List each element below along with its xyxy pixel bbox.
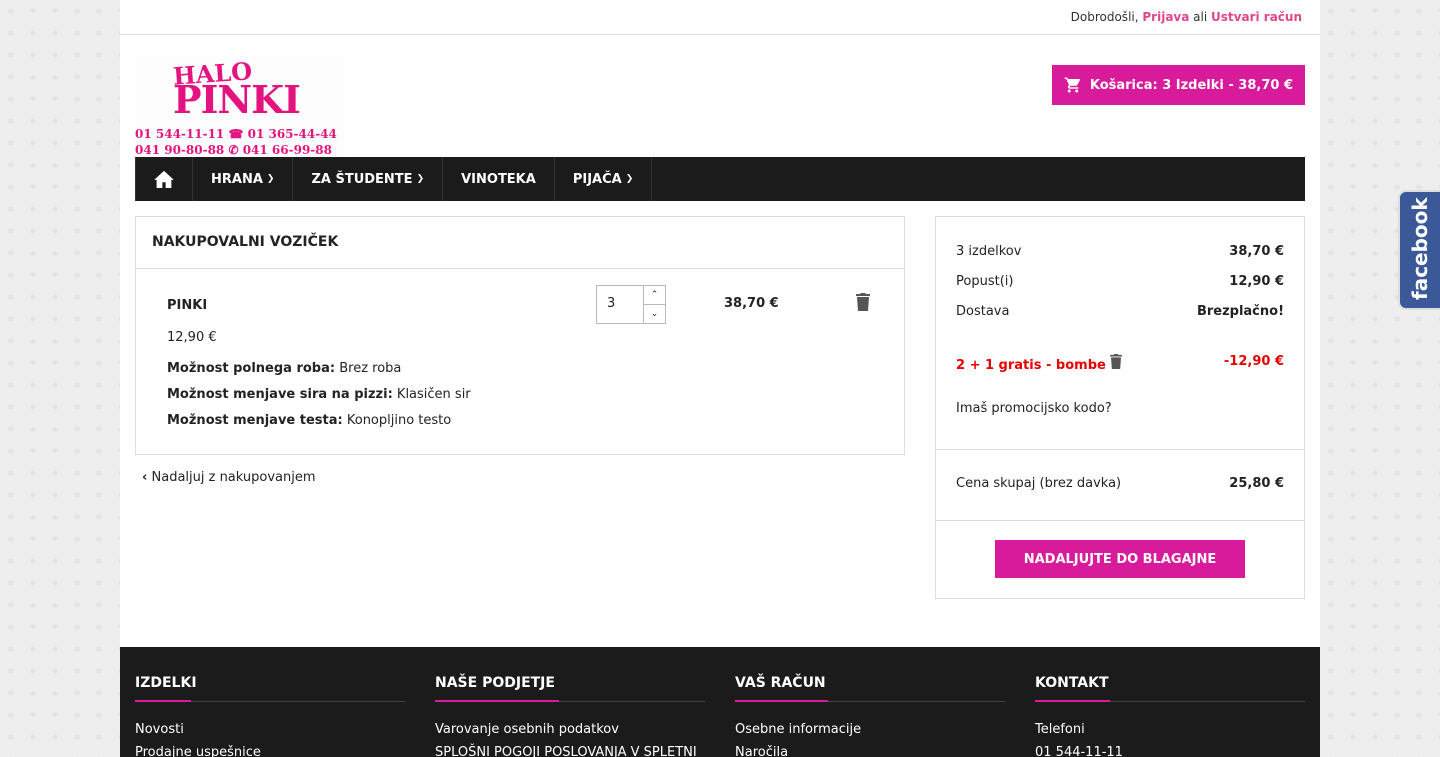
checkout-button[interactable]: NADALJUJTE DO BLAGAJNE	[995, 540, 1245, 578]
product-total: 38,70 €	[724, 296, 779, 311]
nav-za-studente[interactable]: ZA ŠTUDENTE ❯	[293, 157, 444, 201]
chevron-left-icon: ‹	[142, 470, 148, 485]
home-icon	[154, 170, 174, 188]
quantity-input[interactable]: 3	[597, 286, 643, 323]
cart-panel: NAKUPOVALNI VOZIČEK PINKI 12,90 € Možnos…	[135, 216, 905, 455]
logo-phones-2: 041 90-80-88 ✆ 041 66-99-88	[135, 143, 332, 157]
login-link[interactable]: Prijava	[1142, 10, 1189, 24]
welcome-text: Dobrodošli,	[1070, 10, 1139, 24]
nav-vinoteka[interactable]: VINOTEKA	[443, 157, 555, 201]
trash-icon[interactable]	[1110, 354, 1123, 369]
chevron-down-icon: ❯	[266, 174, 275, 184]
trash-icon[interactable]	[856, 293, 870, 311]
quantity-stepper[interactable]: 3 ⌃ ⌄	[596, 285, 666, 324]
cart-button[interactable]: Košarica: 3 Izdelki - 38,70 €	[1051, 65, 1305, 105]
chevron-down-icon: ❯	[416, 174, 425, 184]
footer-link[interactable]: Varovanje osebnih podatkov	[435, 722, 705, 737]
or-text: ali	[1193, 10, 1208, 24]
footer-link[interactable]: Telefoni	[1035, 722, 1305, 737]
footer-link[interactable]: Osebne informacije	[735, 722, 1005, 737]
product-attribute: Možnost polnega roba: Brez roba	[167, 361, 402, 376]
facebook-tab[interactable]: facebook	[1398, 190, 1440, 310]
footer-col-account: VAŠ RAČUN Osebne informacije Naročila	[735, 675, 1005, 757]
promo-code-link[interactable]: Imaš promocijsko kodo?	[956, 401, 1284, 416]
summary-panel: 3 izdelkov 38,70 € Popust(i) 12,90 € Dosta…	[935, 216, 1305, 599]
summary-discount: Popust(i) 12,90 €	[956, 274, 1284, 289]
footer-col-products: IZDELKI Novosti Prodajne uspešnice	[135, 675, 405, 757]
cart-button-label: Košarica: 3 Izdelki - 38,70 €	[1089, 77, 1293, 93]
continue-shopping-link[interactable]: ‹ Nadaljuj z nakupovanjem	[142, 470, 316, 485]
product-price: 12,90 €	[167, 330, 217, 345]
product-attribute: Možnost menjave testa: Konopljino testo	[167, 413, 452, 428]
nav-label: HRANA	[211, 171, 263, 187]
main-nav: HRANA ❯ ZA ŠTUDENTE ❯ VINOTEKA PIJAČA ❯	[135, 157, 1305, 201]
nav-hrana[interactable]: HRANA ❯	[193, 157, 294, 201]
shopping-cart-icon	[1064, 77, 1080, 93]
product-attribute: Možnost menjave sira na pizzi: Klasičen …	[167, 387, 471, 402]
logo-phones-1: 01 544-11-11 ☎ 01 365-44-44	[135, 127, 337, 141]
nav-label: PIJAČA	[572, 171, 622, 187]
logo-line2: PINKI	[173, 77, 301, 122]
summary-shipping: Dostava Brezplačno!	[956, 304, 1284, 319]
increase-icon[interactable]: ⌃	[644, 286, 665, 304]
logo[interactable]: HALO PINKI 01 544-11-11 ☎ 01 365-44-44 0…	[135, 56, 346, 157]
footer-link[interactable]: 01 544-11-11	[1035, 745, 1305, 757]
top-bar: Dobrodošli, Prijava ali Ustvari račun	[120, 0, 1320, 35]
footer-link[interactable]: SPLOŠNI POGOJI POSLOVANJA V SPLETNI	[435, 745, 705, 757]
nav-label: ZA ŠTUDENTE	[311, 171, 413, 187]
continue-label: Nadaljuj z nakupovanjem	[151, 470, 316, 485]
footer: IZDELKI Novosti Prodajne uspešnice NAŠE PO…	[120, 647, 1320, 757]
facebook-label: facebook	[1408, 197, 1432, 300]
page: Dobrodošli, Prijava ali Ustvari račun HA…	[120, 0, 1320, 757]
product-name[interactable]: PINKI	[167, 298, 207, 313]
footer-col-contact: KONTAKT Telefoni 01 544-11-11	[1035, 675, 1305, 757]
nav-home[interactable]	[135, 157, 193, 201]
summary-total: Cena skupaj (brez davka) 25,80 €	[956, 476, 1284, 491]
cart-title: NAKUPOVALNI VOZIČEK	[136, 217, 904, 269]
footer-link[interactable]: Prodajne uspešnice	[135, 745, 405, 757]
nav-label: VINOTEKA	[461, 171, 536, 187]
footer-link[interactable]: Novosti	[135, 722, 405, 737]
footer-link[interactable]: Naročila	[735, 745, 1005, 757]
summary-promo: 2 + 1 gratis - bombe -12,90 €	[956, 354, 1284, 373]
decrease-icon[interactable]: ⌄	[644, 304, 665, 323]
register-link[interactable]: Ustvari račun	[1211, 10, 1302, 24]
footer-col-company: NAŠE PODJETJE Varovanje osebnih podatkov S…	[435, 675, 705, 757]
summary-items: 3 izdelkov 38,70 €	[956, 244, 1284, 259]
nav-pijaca[interactable]: PIJAČA ❯	[555, 157, 653, 201]
chevron-down-icon: ❯	[625, 174, 634, 184]
